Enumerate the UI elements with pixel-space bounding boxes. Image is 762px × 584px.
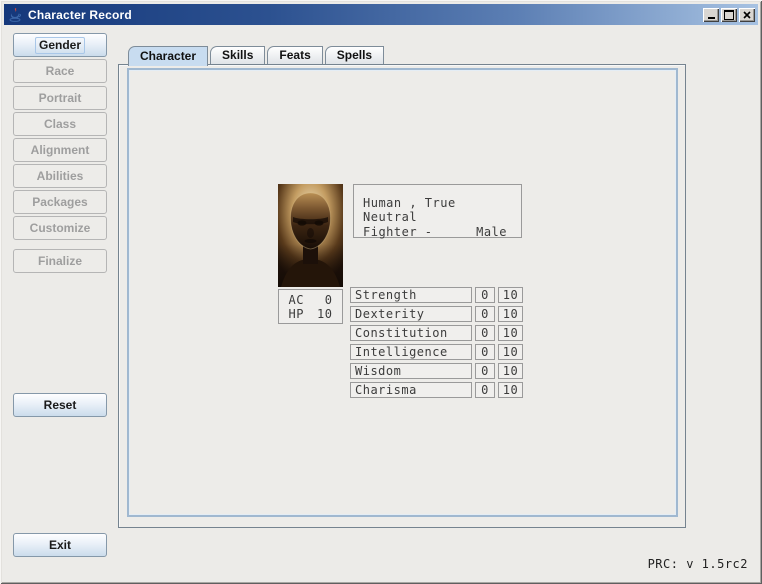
sidebar-button-packages[interactable]: Packages [13,190,107,214]
ability-score-box: 10 [498,382,523,398]
sidebar-button-alignment-label: Alignment [31,143,90,157]
summary-gender: Male [476,225,507,239]
version-label: PRC: v 1.5rc2 [648,557,748,571]
tab-spells[interactable]: Spells [325,46,384,64]
window-controls [703,8,755,22]
sidebar-button-race-label: Race [46,64,75,78]
title-bar: Character Record [4,4,758,25]
sidebar-button-abilities[interactable]: Abilities [13,164,107,188]
ability-modifier-box: 0 [475,306,495,322]
java-logo-icon [7,7,23,23]
ability-modifier-box: 0 [475,325,495,341]
reset-button[interactable]: Reset [13,393,107,417]
summary-class: Fighter - [363,225,433,239]
ability-name-box: Wisdom [350,363,472,379]
table-row: Intelligence 0 10 [350,344,525,360]
sidebar-button-packages-label: Packages [32,195,87,209]
ability-score-box: 10 [498,325,523,341]
character-record-window: { "colors": { "titlebar_left": "#15387B"… [0,0,762,584]
exit-button-label: Exit [49,538,71,552]
table-row: Constitution 0 10 [350,325,525,341]
ability-score-box: 10 [498,306,523,322]
ability-score-box: 10 [498,363,523,379]
character-portrait [278,184,343,287]
table-row: Strength 0 10 [350,287,525,303]
table-row: Charisma 0 10 [350,382,525,398]
sidebar-button-gender-label: Gender [35,37,85,54]
sidebar-button-class[interactable]: Class [13,112,107,136]
ability-name-box: Charisma [350,382,472,398]
table-row: Wisdom 0 10 [350,363,525,379]
maximize-button[interactable] [721,8,737,22]
maximize-icon [724,10,734,20]
ac-label: AC [289,293,309,307]
close-button[interactable] [739,8,755,22]
tab-bar: Character Skills Feats Spells [118,46,686,64]
reset-button-label: Reset [44,398,77,412]
summary-race-alignment: Human , True Neutral [363,196,513,224]
minimize-icon [708,17,715,19]
tab-feats[interactable]: Feats [267,46,322,64]
character-summary-box: Human , True Neutral Fighter - Male [353,184,522,238]
ability-score-table: Strength 0 10 Dexterity 0 10 Constitutio… [350,287,525,401]
ability-name-box: Strength [350,287,472,303]
sidebar-button-customize[interactable]: Customize [13,216,107,240]
sidebar-button-race[interactable]: Race [13,59,107,83]
sidebar-button-finalize-label: Finalize [38,254,82,268]
sidebar-button-finalize[interactable]: Finalize [13,249,107,273]
window-title: Character Record [28,8,132,22]
ac-hp-box: AC 0 HP 10 [278,289,343,324]
sidebar-button-alignment[interactable]: Alignment [13,138,107,162]
ability-modifier-box: 0 [475,382,495,398]
hp-label: HP [289,307,309,321]
ability-score-box: 10 [498,344,523,360]
sidebar-button-portrait-label: Portrait [39,91,82,105]
close-icon [743,11,751,19]
ability-modifier-box: 0 [475,363,495,379]
sidebar-button-abilities-label: Abilities [37,169,84,183]
sidebar-button-gender[interactable]: Gender [13,33,107,57]
sidebar-button-class-label: Class [44,117,76,131]
tab-skills[interactable]: Skills [210,46,265,64]
ability-modifier-box: 0 [475,344,495,360]
minimize-button[interactable] [703,8,719,22]
tab-character[interactable]: Character [128,46,208,66]
sidebar-button-customize-label: Customize [30,221,91,235]
ability-name-box: Intelligence [350,344,472,360]
exit-button[interactable]: Exit [13,533,107,557]
ability-name-box: Dexterity [350,306,472,322]
ability-score-box: 10 [498,287,523,303]
ability-name-box: Constitution [350,325,472,341]
hp-value: 10 [315,307,333,321]
sidebar-button-portrait[interactable]: Portrait [13,86,107,110]
ability-modifier-box: 0 [475,287,495,303]
ac-value: 0 [315,293,333,307]
table-row: Dexterity 0 10 [350,306,525,322]
